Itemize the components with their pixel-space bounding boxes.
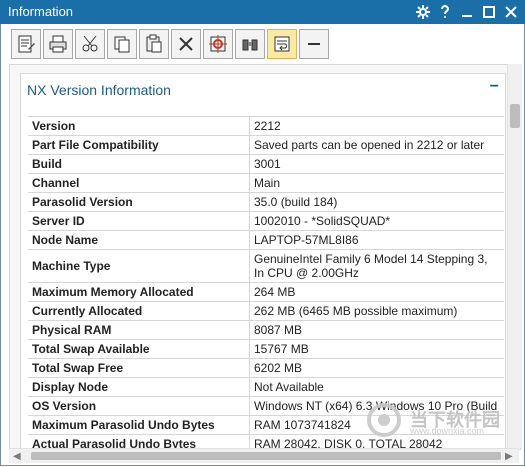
binoculars-icon[interactable]	[235, 29, 265, 59]
table-row: Currently Allocated 262 MB (6465 MB possi…	[28, 302, 504, 321]
delete-icon[interactable]	[171, 29, 201, 59]
row-label: Maximum Memory Allocated	[28, 283, 250, 301]
row-value: Not Available	[254, 380, 324, 394]
table-row: Machine Type GenuineIntel Family 6 Model …	[28, 250, 504, 283]
table-row: Server ID 1002010 - *SolidSQUAD*	[28, 212, 504, 231]
row-value: 2212	[254, 119, 281, 133]
table-row: Maximum Memory Allocated 264 MB	[28, 283, 504, 302]
row-value: 8087 MB	[254, 323, 303, 337]
cut-icon[interactable]	[75, 29, 105, 59]
row-label: Physical RAM	[28, 321, 250, 339]
vertical-scroll-thumb[interactable]	[510, 104, 520, 128]
row-value: LAPTOP-57ML8I86	[254, 233, 359, 247]
row-label: Channel	[28, 174, 250, 192]
table-row: Part File Compatibility Saved parts can b…	[28, 136, 504, 155]
row-label: Build	[28, 155, 250, 173]
table-row: Total Swap Free 6202 MB	[28, 359, 504, 378]
collapse-icon[interactable]: −	[490, 78, 499, 96]
close-icon[interactable]	[503, 3, 519, 21]
row-label: Maximum Parasolid Undo Bytes	[28, 416, 250, 434]
table-row: Channel Main	[28, 174, 504, 193]
vertical-scrollbar[interactable]	[507, 64, 522, 448]
row-label: Node Name	[28, 231, 250, 249]
row-label: Total Swap Free	[28, 359, 250, 377]
help-icon[interactable]	[437, 3, 453, 21]
row-label: Display Node	[28, 378, 250, 396]
table-row: Version 2212	[28, 117, 504, 136]
table-row: Display Node Not Available	[28, 378, 504, 397]
row-value: 262 MB (6465 MB possible maximum)	[254, 304, 458, 318]
toolbar	[11, 29, 329, 61]
minimize-icon[interactable]	[459, 3, 475, 21]
maximize-icon[interactable]	[481, 3, 497, 21]
wrap-text-icon[interactable]	[267, 29, 297, 59]
table-row: Physical RAM 8087 MB	[28, 321, 504, 340]
row-label: Currently Allocated	[28, 302, 250, 320]
row-value: GenuineIntel Family 6 Model 14 Stepping …	[254, 252, 488, 280]
info-table: Version 2212 Part File Compatibility Saved …	[28, 116, 504, 449]
row-value: Main	[254, 176, 281, 190]
row-value: 3001	[254, 157, 281, 171]
row-label: Total Swap Available	[28, 340, 250, 358]
row-value: 15767 MB	[254, 342, 309, 356]
row-label: Server ID	[28, 212, 250, 230]
scroll-left-icon[interactable]: ◀	[13, 451, 23, 462]
watermark: 当下软件园 www.downxia.com	[366, 402, 506, 438]
nx-version-panel: NX Version Information − Version 2212 Part…	[20, 73, 506, 449]
row-label: Part File Compatibility	[28, 136, 250, 154]
row-value: 35.0 (build 184)	[254, 195, 338, 209]
panel-title: NX Version Information	[27, 82, 171, 98]
watermark-url: www.downxia.com	[410, 426, 485, 436]
row-label: OS Version	[28, 397, 250, 415]
table-row: Total Swap Available 15767 MB	[28, 340, 504, 359]
window-title: Information	[8, 4, 74, 19]
panel-header: NX Version Information −	[21, 74, 505, 112]
row-label: Parasolid Version	[28, 193, 250, 211]
title-bar: Information	[0, 0, 525, 24]
copy-icon[interactable]	[107, 29, 137, 59]
row-label: Version	[28, 117, 250, 135]
watermark-logo-icon	[367, 403, 401, 437]
info-content-area: NX Version Information − Version 2212 Part…	[9, 64, 521, 450]
table-row: Parasolid Version 35.0 (build 184)	[28, 193, 504, 212]
row-value: 1002010 - *SolidSQUAD*	[254, 214, 391, 228]
scroll-right-icon[interactable]: ▶	[505, 451, 515, 462]
paste-icon[interactable]	[139, 29, 169, 59]
row-value: 264 MB	[254, 285, 296, 299]
table-row: Node Name LAPTOP-57ML8I86	[28, 231, 504, 250]
edit-icon[interactable]	[11, 29, 41, 59]
horizontal-scroll-thumb[interactable]	[31, 452, 501, 460]
row-value: 6202 MB	[254, 361, 303, 375]
row-value: Saved parts can be opened in 2212 or lat…	[254, 138, 485, 152]
table-row: Build 3001	[28, 155, 504, 174]
print-icon[interactable]	[43, 29, 73, 59]
minus-icon[interactable]	[299, 29, 329, 59]
gear-icon[interactable]	[415, 3, 431, 21]
row-label: Machine Type	[28, 250, 250, 282]
information-window: NX Version Information − Version 2212 Part…	[0, 24, 525, 466]
crosshair-icon[interactable]	[203, 29, 233, 59]
horizontal-scrollbar[interactable]: ◀ ▶	[9, 448, 519, 463]
